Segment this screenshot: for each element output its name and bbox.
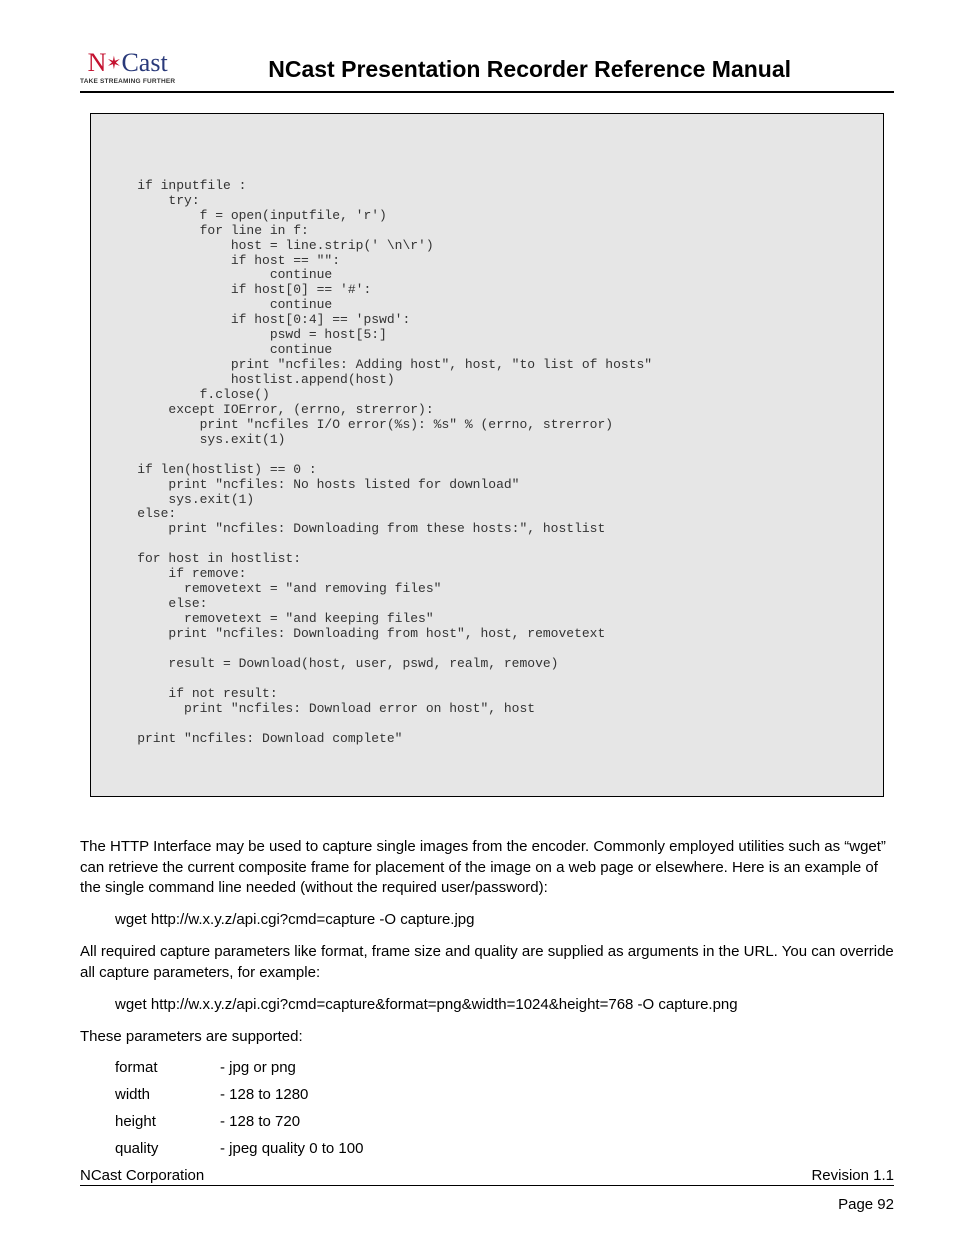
param-row: quality - jpeg quality 0 to 100 — [115, 1140, 894, 1157]
paragraph-override: All required capture parameters like for… — [80, 942, 894, 983]
logo: N✶Cast TAKE STREAMING FURTHER — [80, 50, 175, 85]
logo-wordmark: N✶Cast — [88, 50, 168, 76]
param-name: width — [115, 1086, 220, 1103]
page-header: N✶Cast TAKE STREAMING FURTHER NCast Pres… — [80, 50, 894, 93]
page-number: Page 92 — [80, 1196, 894, 1213]
param-row: format - jpg or png — [115, 1059, 894, 1076]
code-listing: if inputfile : try: f = open(inputfile, … — [90, 113, 884, 797]
param-name: format — [115, 1059, 220, 1076]
footer-revision: Revision 1.1 — [811, 1167, 894, 1184]
command-example-1: wget http://w.x.y.z/api.cgi?cmd=capture … — [115, 910, 894, 930]
param-desc: - 128 to 1280 — [220, 1086, 308, 1103]
parameter-list: format - jpg or png width - 128 to 1280 … — [115, 1059, 894, 1157]
param-desc: - 128 to 720 — [220, 1113, 300, 1130]
star-icon: ✶ — [106, 53, 121, 73]
param-desc: - jpeg quality 0 to 100 — [220, 1140, 363, 1157]
footer-bar: NCast Corporation Revision 1.1 — [80, 1167, 894, 1186]
param-name: height — [115, 1113, 220, 1130]
param-name: quality — [115, 1140, 220, 1157]
paragraph-params-intro: These parameters are supported: — [80, 1027, 894, 1047]
param-desc: - jpg or png — [220, 1059, 296, 1076]
command-example-2: wget http://w.x.y.z/api.cgi?cmd=capture&… — [115, 995, 894, 1015]
logo-letter-n: N — [88, 48, 107, 77]
param-row: height - 128 to 720 — [115, 1113, 894, 1130]
logo-tagline: TAKE STREAMING FURTHER — [80, 78, 175, 85]
paragraph-intro: The HTTP Interface may be used to captur… — [80, 837, 894, 898]
footer-company: NCast Corporation — [80, 1167, 204, 1184]
document-title: NCast Presentation Recorder Reference Ma… — [205, 56, 894, 85]
logo-word-cast: Cast — [121, 48, 167, 77]
param-row: width - 128 to 1280 — [115, 1086, 894, 1103]
